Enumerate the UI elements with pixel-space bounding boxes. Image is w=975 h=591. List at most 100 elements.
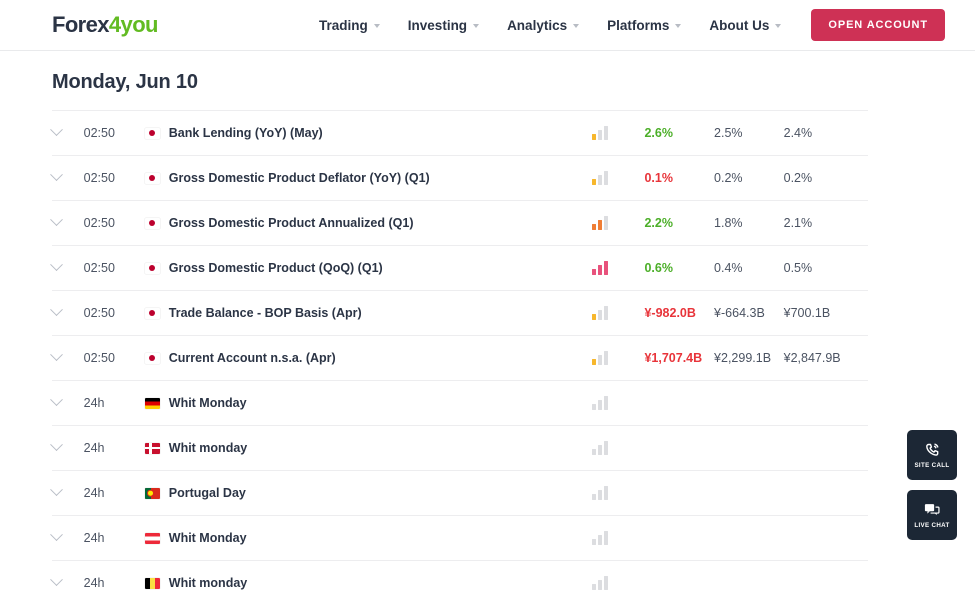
open-account-button[interactable]: OPEN ACCOUNT — [811, 9, 945, 41]
row-toggle-cell[interactable] — [50, 291, 84, 336]
live-chat-label: LIVE CHAT — [914, 521, 950, 529]
calendar-row[interactable]: 02:50 Gross Domestic Product (QoQ) (Q1) 0.… — [50, 245, 868, 291]
calendar-row[interactable]: 02:50 Bank Lending (YoY) (May) 2.6% 2.5% 2.4… — [50, 110, 868, 156]
calendar-row[interactable]: 02:50 Current Account n.s.a. (Apr) ¥1,707.… — [50, 335, 868, 381]
actual-value-cell: 0.6% — [644, 246, 714, 291]
phone-call-icon — [924, 442, 941, 459]
flag-icon-jp — [144, 217, 160, 229]
row-toggle-cell[interactable] — [50, 156, 84, 201]
forecast-value: ¥-664.3B — [714, 306, 765, 320]
volatility-bar — [591, 539, 596, 545]
event-cell: Bank Lending (YoY) (May) — [144, 111, 592, 156]
event-title[interactable]: Bank Lending (YoY) (May) — [169, 126, 323, 140]
volatility-bars-icon — [591, 126, 645, 140]
volatility-bar — [591, 449, 596, 455]
nav-item-analytics[interactable]: Analytics — [493, 18, 593, 33]
chevron-down-icon — [373, 23, 380, 28]
calendar-row[interactable]: 02:50 Gross Domestic Product Annualized (… — [50, 200, 868, 246]
actual-value: 2.6% — [644, 126, 673, 140]
flag-icon-jp — [144, 127, 160, 139]
chevron-down-icon[interactable] — [50, 438, 63, 452]
event-title[interactable]: Whit monday — [169, 576, 247, 590]
chevron-down-icon[interactable] — [50, 168, 63, 182]
event-title[interactable]: Trade Balance - BOP Basis (Apr) — [169, 306, 362, 320]
live-chat-button[interactable]: LIVE CHAT — [907, 490, 957, 540]
volatility-cell — [591, 336, 645, 381]
row-toggle-cell[interactable] — [50, 426, 84, 471]
row-toggle-cell[interactable] — [50, 246, 84, 291]
event-title[interactable]: Whit Monday — [169, 396, 247, 410]
volatility-bar — [591, 179, 596, 185]
volatility-bar — [591, 494, 596, 500]
nav-item-platforms[interactable]: Platforms — [593, 18, 695, 33]
event-title[interactable]: Whit Monday — [169, 531, 247, 545]
event-time: 02:50 — [83, 126, 115, 140]
nav-item-about-us[interactable]: About Us — [695, 18, 795, 33]
event-cell: Trade Balance - BOP Basis (Apr) — [144, 291, 592, 336]
actual-value: 2.2% — [644, 216, 673, 230]
event-time: 02:50 — [83, 306, 115, 320]
chevron-down-icon[interactable] — [50, 483, 63, 497]
event-title[interactable]: Gross Domestic Product Deflator (YoY) (Q… — [169, 171, 430, 185]
forecast-value-cell — [714, 516, 784, 561]
nav-item-label: Investing — [407, 17, 468, 33]
previous-value-cell: 2.4% — [784, 111, 868, 156]
event-time-cell: 02:50 — [84, 156, 145, 201]
forecast-value: 0.4% — [714, 261, 743, 275]
calendar-row[interactable]: 24h Whit Monday — [50, 380, 868, 426]
calendar-row[interactable]: 02:50 Gross Domestic Product Deflator (Yo… — [50, 155, 868, 201]
calendar-row[interactable]: 24h Whit monday — [50, 425, 868, 471]
event-time: 24h — [83, 531, 105, 545]
chat-bubbles-icon — [923, 502, 941, 519]
chevron-down-icon[interactable] — [50, 573, 63, 587]
previous-value: 0.5% — [783, 261, 813, 275]
volatility-bars-icon — [591, 486, 645, 500]
nav-item-label: Trading — [319, 17, 368, 33]
logo-text-dark: Forex — [52, 12, 110, 37]
nav-item-trading[interactable]: Trading — [305, 18, 394, 33]
chevron-down-icon[interactable] — [50, 348, 63, 362]
volatility-bars-icon — [591, 171, 645, 185]
calendar-row[interactable]: 02:50 Trade Balance - BOP Basis (Apr) ¥-98… — [50, 290, 868, 336]
calendar-row[interactable]: 24h Whit monday — [50, 560, 868, 591]
chevron-down-icon[interactable] — [50, 258, 63, 272]
event-cell: Whit monday — [144, 561, 592, 591]
chevron-down-icon[interactable] — [50, 213, 63, 227]
event-title[interactable]: Portugal Day — [169, 486, 246, 500]
event-title[interactable]: Whit monday — [169, 441, 247, 455]
row-toggle-cell[interactable] — [50, 201, 84, 246]
previous-value-cell: ¥2,847.9B — [784, 336, 868, 381]
chevron-down-icon[interactable] — [50, 303, 63, 317]
previous-value-cell: ¥700.1B — [784, 291, 868, 336]
calendar-row[interactable]: 24h Portugal Day — [50, 470, 868, 516]
calendar-row[interactable]: 24h Whit Monday — [50, 515, 868, 561]
event-title[interactable]: Current Account n.s.a. (Apr) — [169, 351, 336, 365]
forecast-value: ¥2,299.1B — [714, 351, 772, 365]
previous-value-cell: 2.1% — [784, 201, 868, 246]
volatility-cell — [591, 471, 645, 516]
chevron-down-icon[interactable] — [50, 393, 63, 407]
chevron-down-icon — [573, 23, 580, 28]
flag-icon-de — [144, 397, 160, 409]
row-toggle-cell[interactable] — [50, 336, 84, 381]
chevron-down-icon[interactable] — [50, 528, 63, 542]
chevron-down-icon[interactable] — [50, 123, 63, 137]
actual-value-cell: ¥1,707.4B — [644, 336, 714, 381]
site-logo[interactable]: Forex4you — [52, 14, 158, 36]
row-toggle-cell[interactable] — [50, 561, 84, 591]
volatility-bars-icon — [591, 441, 645, 455]
nav-item-investing[interactable]: Investing — [394, 18, 493, 33]
event-time-cell: 02:50 — [84, 291, 145, 336]
row-toggle-cell[interactable] — [50, 516, 84, 561]
forecast-value-cell: 2.5% — [714, 111, 784, 156]
event-title[interactable]: Gross Domestic Product (QoQ) (Q1) — [169, 261, 383, 275]
forecast-value-cell: 0.2% — [714, 156, 784, 201]
volatility-bar — [591, 269, 596, 275]
volatility-cell — [591, 561, 645, 591]
event-title[interactable]: Gross Domestic Product Annualized (Q1) — [169, 216, 414, 230]
site-call-button[interactable]: SITE CALL — [907, 430, 957, 480]
flag-icon-dk — [144, 442, 160, 454]
row-toggle-cell[interactable] — [50, 471, 84, 516]
row-toggle-cell[interactable] — [50, 111, 84, 156]
row-toggle-cell[interactable] — [50, 381, 84, 426]
